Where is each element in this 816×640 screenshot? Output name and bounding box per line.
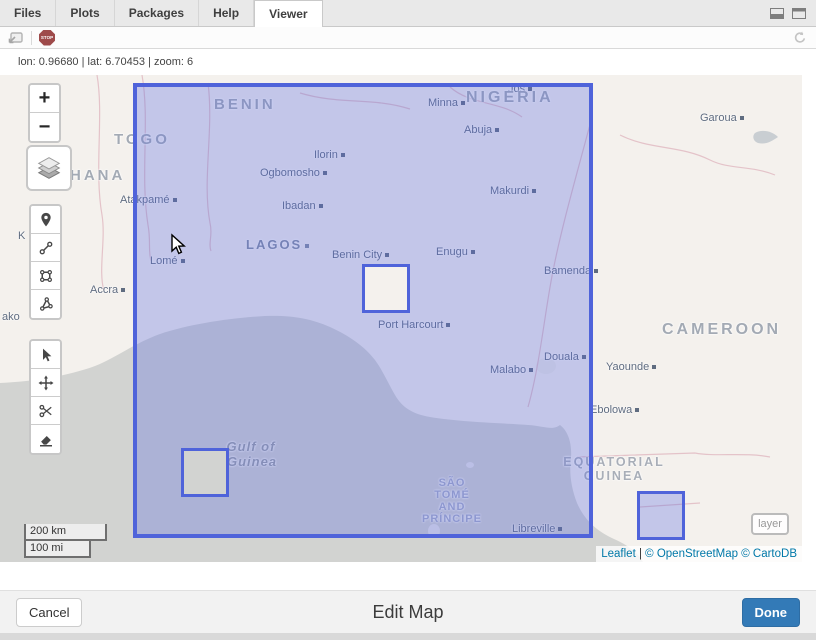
scale-km: 200 km — [24, 524, 107, 541]
maximize-pane-icon[interactable] — [792, 8, 806, 19]
zoom-control: + − — [28, 83, 61, 143]
scale-control: 200 km 100 mi — [24, 524, 107, 558]
zoom-out-button[interactable]: − — [30, 113, 59, 141]
draw-marker-button[interactable] — [31, 206, 60, 234]
move-icon — [37, 374, 55, 392]
draw-toolbar — [29, 204, 62, 320]
openstreetmap-link[interactable]: © OpenStreetMap — [645, 548, 738, 560]
attribution-separator: | — [639, 548, 642, 560]
city-marker-dot — [652, 365, 656, 369]
draw-polygon-button[interactable] — [31, 290, 60, 318]
city-marker-dot — [740, 116, 744, 120]
viewer-toolbar: STOP — [0, 27, 816, 49]
map-label: Accra — [90, 284, 125, 296]
eraser-icon — [37, 430, 55, 448]
refresh-icon[interactable] — [792, 30, 808, 46]
window-bottom-edge — [0, 633, 816, 640]
marker-icon — [37, 211, 55, 229]
feature-rect-hole-ocean[interactable] — [181, 448, 229, 497]
tab-files[interactable]: Files — [0, 0, 56, 26]
draw-polyline-button[interactable] — [31, 234, 60, 262]
feature-rect-hole-land[interactable] — [362, 264, 410, 313]
toolbar-separator — [31, 31, 32, 45]
edit-arrow-icon — [37, 346, 55, 364]
drag-layers-button[interactable] — [31, 369, 60, 397]
leaflet-link[interactable]: Leaflet — [601, 548, 636, 560]
scale-mi: 100 mi — [24, 541, 91, 558]
cancel-button[interactable]: Cancel — [16, 598, 82, 627]
tab-viewer[interactable]: Viewer — [254, 0, 322, 27]
map-label: ako — [2, 311, 20, 323]
stop-label: STOP — [41, 35, 53, 40]
pane-tabs: FilesPlotsPackagesHelpViewer — [0, 0, 323, 26]
map-canvas[interactable]: JosMinnaNIGERIAGarouaAbujaBENINTOGOHANAI… — [0, 75, 802, 562]
layer-toggle-button[interactable]: layer — [751, 513, 789, 535]
layers-control[interactable] — [26, 145, 72, 191]
city-marker-dot — [594, 269, 598, 273]
tab-packages[interactable]: Packages — [115, 0, 199, 26]
map-label: Garoua — [700, 112, 744, 124]
cut-layers-button[interactable] — [31, 397, 60, 425]
page-title: Edit Map — [372, 602, 443, 623]
edit-map-footer: Cancel Edit Map Done — [0, 590, 816, 633]
coordinates-readout: lon: 0.96680 | lat: 6.70453 | zoom: 6 — [0, 49, 816, 75]
pane-tab-bar: FilesPlotsPackagesHelpViewer — [0, 0, 816, 27]
map-attribution: Leaflet | © OpenStreetMap © CartoDB — [596, 546, 802, 562]
city-marker-dot — [121, 288, 125, 292]
edit-vertices-button[interactable] — [31, 341, 60, 369]
city-marker-dot — [635, 408, 639, 412]
polyline-icon — [37, 239, 55, 257]
minimize-pane-icon[interactable] — [770, 8, 784, 19]
remove-layers-button[interactable] — [31, 425, 60, 453]
open-in-browser-icon[interactable] — [7, 30, 24, 46]
layers-icon — [34, 153, 64, 183]
draw-rectangle-button[interactable] — [31, 262, 60, 290]
map-label: K — [18, 230, 25, 242]
done-button[interactable]: Done — [742, 598, 801, 627]
map-label: CAMEROON — [662, 321, 781, 339]
scissors-icon — [37, 402, 55, 420]
stop-button[interactable]: STOP — [39, 30, 55, 46]
edit-toolbar — [29, 339, 62, 455]
zoom-in-button[interactable]: + — [30, 85, 59, 113]
rectangle-icon — [37, 267, 55, 285]
cartodb-link[interactable]: © CartoDB — [741, 548, 797, 560]
map-label: Ebolowa — [590, 404, 639, 416]
map-label: HANA — [70, 167, 125, 184]
tab-help[interactable]: Help — [199, 0, 254, 26]
polygon-icon — [37, 295, 55, 313]
feature-rect-selection-small[interactable] — [637, 491, 685, 540]
tab-plots[interactable]: Plots — [56, 0, 114, 26]
map-label: Yaounde — [606, 361, 656, 373]
